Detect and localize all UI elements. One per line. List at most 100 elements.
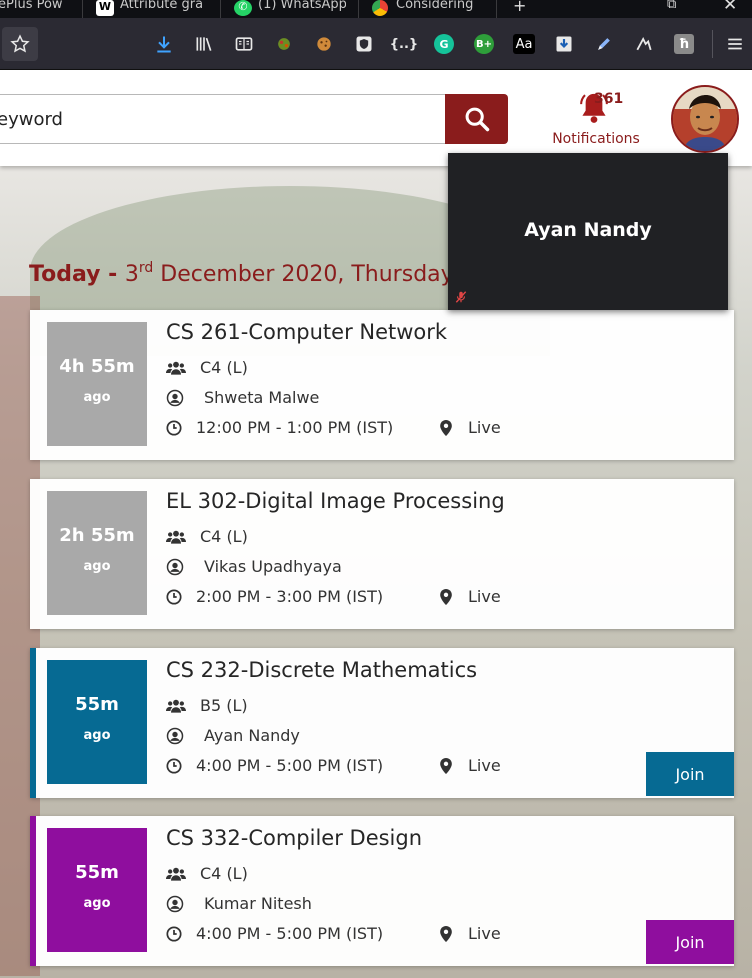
search-icon [465, 107, 489, 132]
browser-toolbar: {..} G B+ Aa ħ [0, 18, 752, 70]
time-ago-value: 4h 55m [59, 356, 135, 377]
cookie-icon[interactable] [307, 27, 341, 61]
hash-icon[interactable]: ħ [667, 27, 701, 61]
class-card: 4h 55m ago CS 261-Computer Network C4 (L… [30, 310, 734, 460]
time-ago-box: 55m ago [47, 828, 147, 952]
user-circle-icon [166, 558, 184, 575]
user-avatar[interactable] [671, 85, 739, 153]
tab-title: Attribute gra [120, 0, 204, 12]
mic-off-icon [455, 291, 467, 303]
wikipedia-icon: W [96, 0, 114, 16]
group-row: C4 (L) [166, 864, 248, 883]
notification-count-badge: 361 [594, 91, 624, 107]
toolbar-divider [712, 30, 713, 58]
teacher-row: Ayan Nandy [166, 726, 300, 745]
browser-tab[interactable]: ✆ (1) WhatsApp [234, 0, 346, 18]
json-icon[interactable]: {..} [387, 27, 421, 61]
video-call-tile[interactable]: Ayan Nandy [448, 153, 728, 310]
user-circle-icon [166, 727, 184, 744]
ghostery-icon[interactable] [627, 27, 661, 61]
teacher-name: Vikas Upadhyaya [204, 557, 342, 576]
time-ago-value: 2h 55m [59, 525, 135, 546]
shield-icon[interactable] [347, 27, 381, 61]
map-marker-icon [440, 419, 452, 436]
tab-title: (1) WhatsApp [258, 0, 346, 12]
search-field[interactable] [0, 94, 446, 144]
pen-icon[interactable] [587, 27, 621, 61]
class-time: 12:00 PM - 1:00 PM (IST) [196, 418, 394, 437]
course-title: EL 302-Digital Image Processing [166, 489, 505, 513]
menu-icon[interactable] [718, 27, 752, 61]
time-ago-box: 2h 55m ago [47, 491, 147, 615]
library-icon[interactable] [187, 27, 221, 61]
time-row: 12:00 PM - 1:00 PM (IST) [166, 418, 393, 437]
time-row: 2:00 PM - 3:00 PM (IST) [166, 587, 383, 606]
today-prefix: Today - [29, 262, 125, 287]
class-time: 4:00 PM - 5:00 PM (IST) [196, 756, 384, 775]
time-ago-value: 55m [75, 694, 119, 715]
course-title: CS 332-Compiler Design [166, 826, 423, 850]
class-card: 55m ago CS 332-Compiler Design C4 (L) Ku… [30, 816, 734, 966]
restore-window-icon[interactable]: ⧉ [667, 0, 676, 12]
clock-icon [166, 925, 182, 942]
search-button[interactable] [445, 94, 508, 144]
font-aa-icon[interactable]: Aa [507, 27, 541, 61]
browser-tab-strip: ePlus Pow W Attribute gra ✆ (1) WhatsApp C… [0, 0, 752, 18]
search-input[interactable] [0, 95, 446, 143]
chrome-icon [372, 0, 388, 16]
bookmark-star-icon[interactable] [2, 27, 38, 61]
notifications-button[interactable]: 361 Notifications [550, 86, 642, 150]
time-ago-suffix: ago [83, 390, 111, 405]
browser-tab[interactable]: Considering [372, 0, 482, 18]
date-day: 3 [124, 262, 139, 287]
teacher-name: Shweta Malwe [204, 388, 320, 407]
clock-icon [166, 757, 182, 774]
users-icon [166, 530, 186, 544]
time-ago-suffix: ago [83, 559, 111, 574]
group-row: B5 (L) [166, 696, 248, 715]
reader-view-icon[interactable] [227, 27, 261, 61]
class-time: 2:00 PM - 3:00 PM (IST) [196, 587, 384, 606]
users-icon [166, 699, 186, 713]
bplus-icon[interactable]: B+ [467, 27, 501, 61]
date-heading: Today - 3rd December 2020, Thursday [29, 260, 454, 287]
font-badge: Aa [513, 34, 535, 54]
date-suffix: rd [138, 260, 154, 276]
grammarly-icon[interactable]: G [427, 27, 461, 61]
users-icon [166, 361, 186, 375]
group-label: C4 (L) [200, 527, 248, 546]
location-label: Live [468, 587, 501, 606]
tab-separator [496, 0, 497, 18]
browser-tab[interactable]: W Attribute gra [96, 0, 208, 18]
course-title: CS 261-Computer Network [166, 320, 448, 344]
join-button[interactable]: Join [646, 752, 734, 796]
map-marker-icon [440, 588, 452, 605]
download-box-icon[interactable] [547, 27, 581, 61]
teacher-name: Kumar Nitesh [204, 894, 312, 913]
group-row: C4 (L) [166, 358, 248, 377]
extension-bug-icon[interactable] [267, 27, 301, 61]
site-header: 361 Notifications [0, 70, 752, 166]
group-label: C4 (L) [200, 358, 248, 377]
browser-tab[interactable]: ePlus Pow [0, 0, 70, 18]
location-row: Live [440, 924, 501, 943]
map-marker-icon [440, 757, 452, 774]
teacher-row: Shweta Malwe [166, 388, 319, 407]
close-window-icon[interactable]: ✕ [723, 0, 737, 15]
new-tab-button[interactable]: + [513, 0, 526, 15]
join-button[interactable]: Join [646, 920, 734, 964]
avatar-photo [673, 87, 737, 151]
users-icon [166, 867, 186, 881]
participant-name: Ayan Nandy [524, 219, 652, 241]
notifications-label: Notifications [552, 131, 640, 147]
location-row: Live [440, 587, 501, 606]
teacher-row: Vikas Upadhyaya [166, 557, 342, 576]
download-icon[interactable] [147, 27, 181, 61]
date-rest: December 2020, Thursday [153, 262, 454, 287]
hash-badge: ħ [674, 34, 694, 54]
time-ago-box: 55m ago [47, 660, 147, 784]
time-ago-suffix: ago [83, 896, 111, 911]
class-card: 55m ago CS 232-Discrete Mathematics B5 (… [30, 648, 734, 798]
user-circle-icon [166, 895, 184, 912]
bplus-badge: B+ [474, 34, 494, 54]
